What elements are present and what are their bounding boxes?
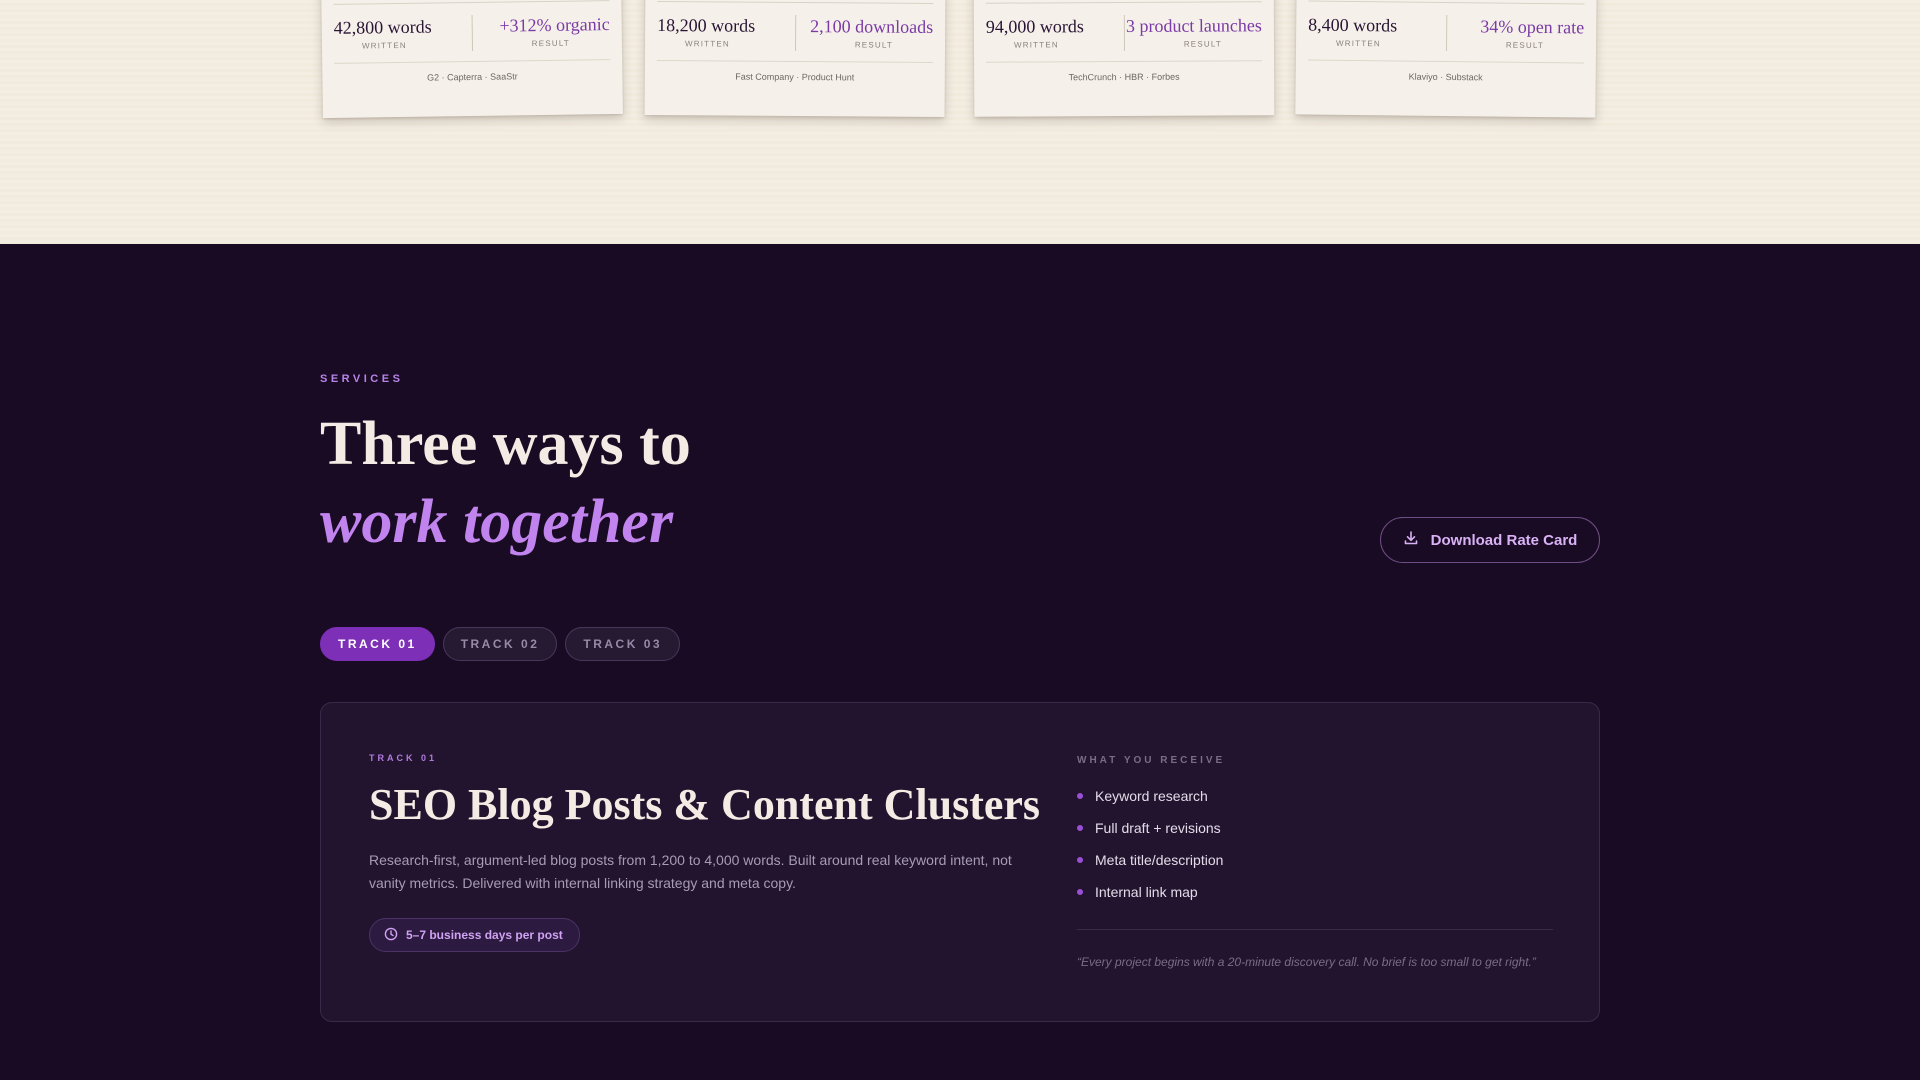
download-rate-card-button[interactable]: Download Rate Card xyxy=(1380,517,1600,563)
card-words: 42,800 words xyxy=(333,16,432,38)
card-top-rule xyxy=(333,0,610,5)
card-written-label: WRITTEN xyxy=(361,40,407,51)
panel-eyebrow: TRACK 01 xyxy=(369,753,438,763)
turnaround-text: 5–7 business days per post xyxy=(406,928,563,942)
result-card: 8,400 words WRITTEN 34% open rate RESULT… xyxy=(1295,0,1597,118)
list-item: Full draft + revisions xyxy=(1077,812,1223,844)
card-stats: 94,000 words WRITTEN 3 product launches … xyxy=(985,14,1262,55)
card-result-label: RESULT xyxy=(854,40,894,50)
card-divider xyxy=(656,60,933,63)
card-written-label: WRITTEN xyxy=(1335,38,1381,49)
list-item-label: Internal link map xyxy=(1095,884,1198,900)
tab-track-03[interactable]: TRACK 03 xyxy=(565,627,681,661)
tab-track-02[interactable]: TRACK 02 xyxy=(442,627,558,661)
card-sources: Klaviyo · Substack xyxy=(1408,71,1483,83)
bullet-dot-icon xyxy=(1077,857,1083,863)
card-result: 3 product launches xyxy=(1125,15,1262,36)
panel-title: SEO Blog Posts & Content Clusters xyxy=(369,780,1041,829)
results-strip: 42,800 words WRITTEN +312% organic RESUL… xyxy=(0,0,1920,244)
card-result-label: RESULT xyxy=(1183,39,1223,49)
card-divider xyxy=(1307,59,1584,64)
turnaround-badge: 5–7 business days per post xyxy=(369,918,580,952)
bullet-dot-icon xyxy=(1077,793,1083,799)
card-result-label: RESULT xyxy=(1505,40,1545,51)
card-top-rule xyxy=(1308,0,1585,5)
receive-list: Keyword research Full draft + revisions … xyxy=(1077,780,1223,908)
card-divider xyxy=(986,60,1263,63)
list-item-label: Full draft + revisions xyxy=(1095,820,1221,836)
card-result-stat: 3 product launches RESULT xyxy=(1124,14,1262,49)
card-sources: Fast Company · Product Hunt xyxy=(735,71,855,83)
tab-track-01[interactable]: TRACK 01 xyxy=(320,627,435,661)
receive-heading: WHAT YOU RECEIVE xyxy=(1077,755,1226,766)
card-result-stat: +312% organic RESULT xyxy=(472,13,610,49)
card-words: 94,000 words xyxy=(985,16,1084,37)
receive-divider xyxy=(1077,929,1553,930)
download-button-label: Download Rate Card xyxy=(1430,531,1578,549)
section-eyebrow: SERVICES xyxy=(320,373,404,385)
result-card: 94,000 words WRITTEN 3 product launches … xyxy=(973,0,1275,117)
card-result-stat: 34% open rate RESULT xyxy=(1446,15,1584,50)
result-card: 42,800 words WRITTEN +312% organic RESUL… xyxy=(321,0,623,119)
panel-description: Research-first, argument-led blog posts … xyxy=(369,852,1012,891)
list-item-label: Meta title/description xyxy=(1095,852,1224,868)
list-item: Internal link map xyxy=(1077,876,1223,908)
card-written-label: WRITTEN xyxy=(684,39,730,49)
card-written-label: WRITTEN xyxy=(1013,40,1059,50)
list-item: Meta title/description xyxy=(1077,844,1223,876)
card-result-stat: 2,100 downloads RESULT xyxy=(795,15,933,50)
card-words-stat: 8,400 words WRITTEN xyxy=(1307,13,1447,52)
clock-icon xyxy=(384,927,398,944)
card-stats: 8,400 words WRITTEN 34% open rate RESULT xyxy=(1307,13,1584,57)
card-words-stat: 94,000 words WRITTEN xyxy=(985,14,1125,52)
card-divider xyxy=(334,59,611,64)
card-stats: 42,800 words WRITTEN +312% organic RESUL… xyxy=(333,13,611,57)
discovery-quote: “Every project begins with a 20-minute d… xyxy=(1077,955,1536,969)
card-result: 2,100 downloads xyxy=(810,16,934,37)
card-result: 34% open rate xyxy=(1480,16,1585,38)
result-card: 18,200 words WRITTEN 2,100 downloads RES… xyxy=(644,0,946,118)
track-tabs: TRACK 01 TRACK 02 TRACK 03 xyxy=(320,627,681,661)
card-sources: TechCrunch · HBR · Forbes xyxy=(1068,71,1180,83)
card-words: 8,400 words xyxy=(1308,14,1398,36)
card-sources: G2 · Capterra · SaaStr xyxy=(427,71,518,83)
list-item: Keyword research xyxy=(1077,780,1223,812)
card-top-rule xyxy=(657,1,934,4)
card-words-stat: 42,800 words WRITTEN xyxy=(333,14,473,53)
card-words-stat: 18,200 words WRITTEN xyxy=(656,14,796,52)
card-stats: 18,200 words WRITTEN 2,100 downloads RES… xyxy=(656,14,933,56)
card-result: +312% organic xyxy=(499,14,610,36)
card-result-label: RESULT xyxy=(531,38,571,49)
section-headline: Three ways to xyxy=(320,410,691,478)
list-item-label: Keyword research xyxy=(1095,788,1208,804)
section-headline-accent: work together xyxy=(320,488,674,556)
bullet-dot-icon xyxy=(1077,825,1083,831)
track-panel: TRACK 01 SEO Blog Posts & Content Cluste… xyxy=(320,702,1600,1022)
bullet-dot-icon xyxy=(1077,889,1083,895)
card-words: 18,200 words xyxy=(657,15,756,36)
download-icon xyxy=(1403,530,1419,550)
card-top-rule xyxy=(985,1,1262,4)
